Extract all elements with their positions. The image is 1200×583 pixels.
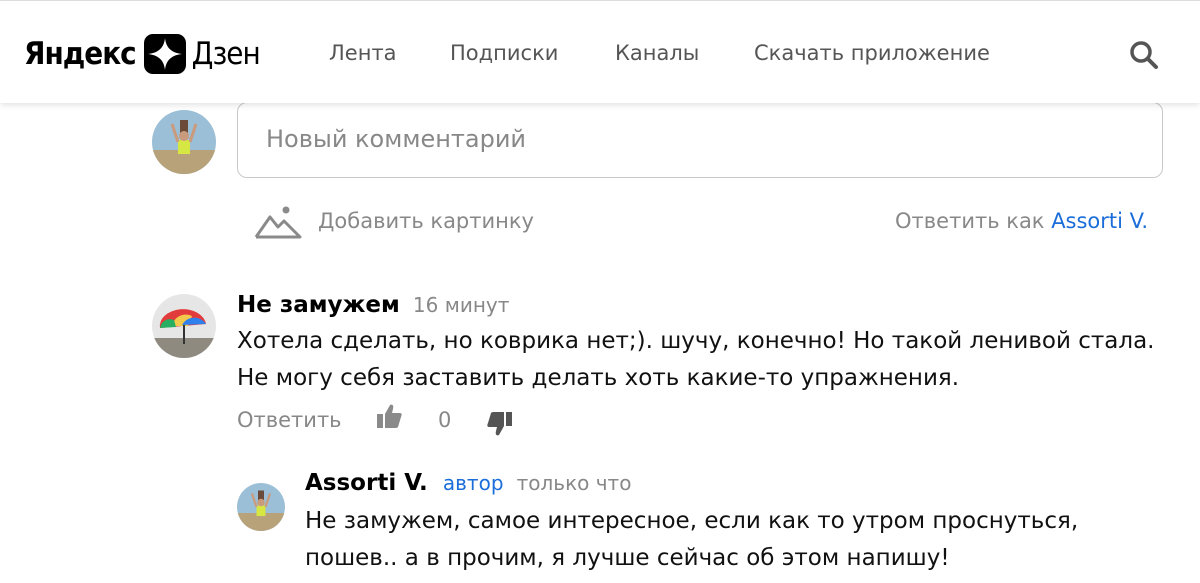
comment-author-avatar[interactable] (152, 294, 216, 358)
yandex-zen-logo[interactable]: Яндекс Дзен (24, 34, 261, 74)
reply-button[interactable]: Ответить (237, 408, 342, 432)
nav-download-app[interactable]: Скачать приложение (754, 41, 990, 65)
reply-text-line: Не замужем, самое интересное, если как т… (305, 508, 1079, 534)
reply-as: Ответить как Assorti V. (895, 209, 1148, 233)
thumbs-down-icon[interactable] (486, 410, 514, 438)
reply-text-line: пошев.. а в прочим, я лучше сейчас об эт… (305, 545, 950, 571)
add-picture-link[interactable]: Добавить картинку (318, 209, 534, 233)
like-count: 0 (438, 408, 452, 432)
search-icon[interactable] (1128, 39, 1160, 71)
reply-header: Assorti V. автор только что (305, 470, 631, 496)
comment-text-line: Не могу себя заставить делать хоть какие… (237, 365, 960, 391)
nav-feed[interactable]: Лента (329, 41, 397, 65)
comment-author[interactable]: Не замужем (237, 292, 400, 318)
new-comment-input[interactable]: Новый комментарий (237, 102, 1163, 178)
reply-as-name[interactable]: Assorti V. (1051, 209, 1148, 233)
logo-zen-text: Дзен (191, 36, 261, 72)
nav-channels[interactable]: Каналы (615, 41, 699, 65)
comment-text: Хотела сделать, но коврика нет;). шучу, … (237, 323, 1154, 397)
add-image-icon[interactable] (254, 204, 302, 240)
comment-header: Не замужем 16 минут (237, 292, 509, 318)
reply-time: только что (516, 471, 632, 495)
new-comment-placeholder: Новый комментарий (266, 125, 527, 153)
comment-text-line: Хотела сделать, но коврика нет;). шучу, … (237, 328, 1155, 354)
thumbs-up-icon[interactable] (375, 402, 403, 430)
avatar-photo (152, 110, 216, 174)
reply-text: Не замужем, самое интересное, если как т… (305, 503, 1078, 577)
reply-as-label: Ответить как (895, 209, 1045, 233)
reply-author[interactable]: Assorti V. (305, 470, 428, 496)
zen-star-icon (143, 34, 186, 74)
current-user-avatar[interactable] (152, 110, 216, 174)
avatar-photo (152, 294, 216, 358)
avatar-photo (237, 483, 285, 531)
comment-time: 16 минут (412, 293, 510, 317)
author-badge: автор (442, 471, 504, 495)
logo-yandex-text: Яндекс (24, 36, 137, 72)
reply-author-avatar[interactable] (237, 483, 285, 531)
nav-subscriptions[interactable]: Подписки (450, 41, 558, 65)
top-bar: Яндекс Дзен Лента Подписки Каналы Скачат… (0, 0, 1200, 103)
